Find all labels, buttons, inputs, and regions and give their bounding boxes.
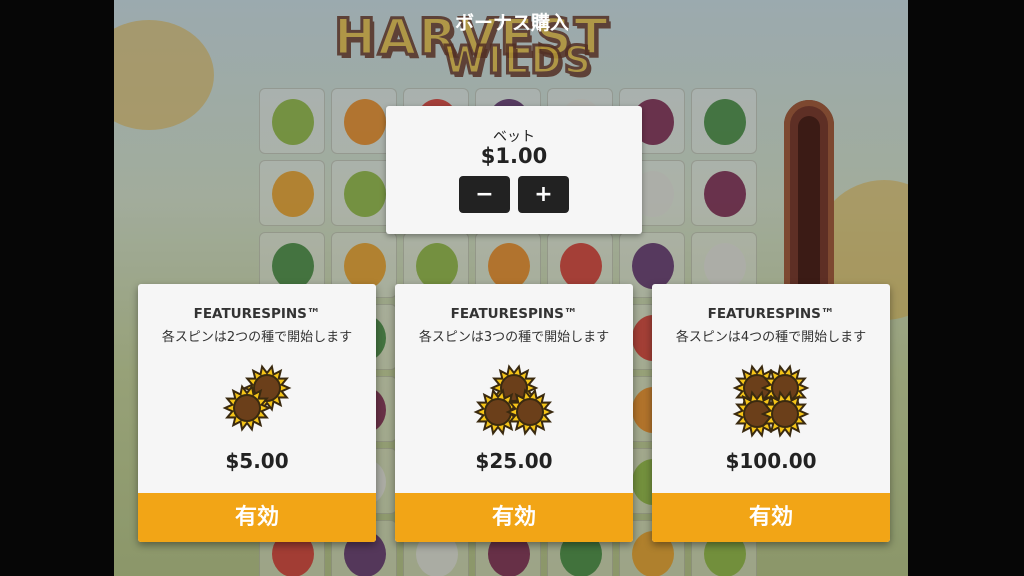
activate-button[interactable]: 有効 (652, 493, 890, 542)
bonus-buy-screen: HARVEST WILDS ボーナス購入 ベット $1.00 − + FEATU… (0, 0, 1024, 576)
offer-title: FEATURESPINS™ (707, 306, 835, 322)
decrease-bet-button[interactable]: − (459, 176, 510, 213)
activate-button[interactable]: 有効 (138, 493, 376, 542)
sunflower-seeds-icon (732, 364, 810, 438)
sunflower-seeds-icon (473, 364, 555, 436)
offer-card-3-seeds: FEATURESPINS™ 各スピンは3つの種で開始します $25.00 有効 (395, 284, 633, 542)
activate-button[interactable]: 有効 (395, 493, 633, 542)
offer-price: $100.00 (725, 449, 817, 473)
bet-value: $1.00 (480, 144, 548, 168)
offer-description: 各スピンは2つの種で開始します (161, 330, 353, 345)
offer-price: $5.00 (225, 449, 289, 473)
bet-label: ベット (493, 129, 535, 145)
offer-card-2-seeds: FEATURESPINS™ 各スピンは2つの種で開始します $5.00 有効 (138, 284, 376, 542)
sunflower-seeds-icon (222, 364, 292, 432)
increase-bet-button[interactable]: + (518, 176, 569, 213)
offer-price: $25.00 (475, 449, 553, 473)
page-title: ボーナス購入 (454, 12, 569, 34)
offer-title: FEATURESPINS™ (193, 306, 321, 322)
offer-description: 各スピンは4つの種で開始します (675, 330, 867, 345)
bet-panel: ベット $1.00 − + (386, 106, 642, 234)
offer-description: 各スピンは3つの種で開始します (418, 330, 610, 345)
offer-card-4-seeds: FEATURESPINS™ 各スピンは4つの種で開始します $100.00 有効 (652, 284, 890, 542)
offer-title: FEATURESPINS™ (450, 306, 578, 322)
